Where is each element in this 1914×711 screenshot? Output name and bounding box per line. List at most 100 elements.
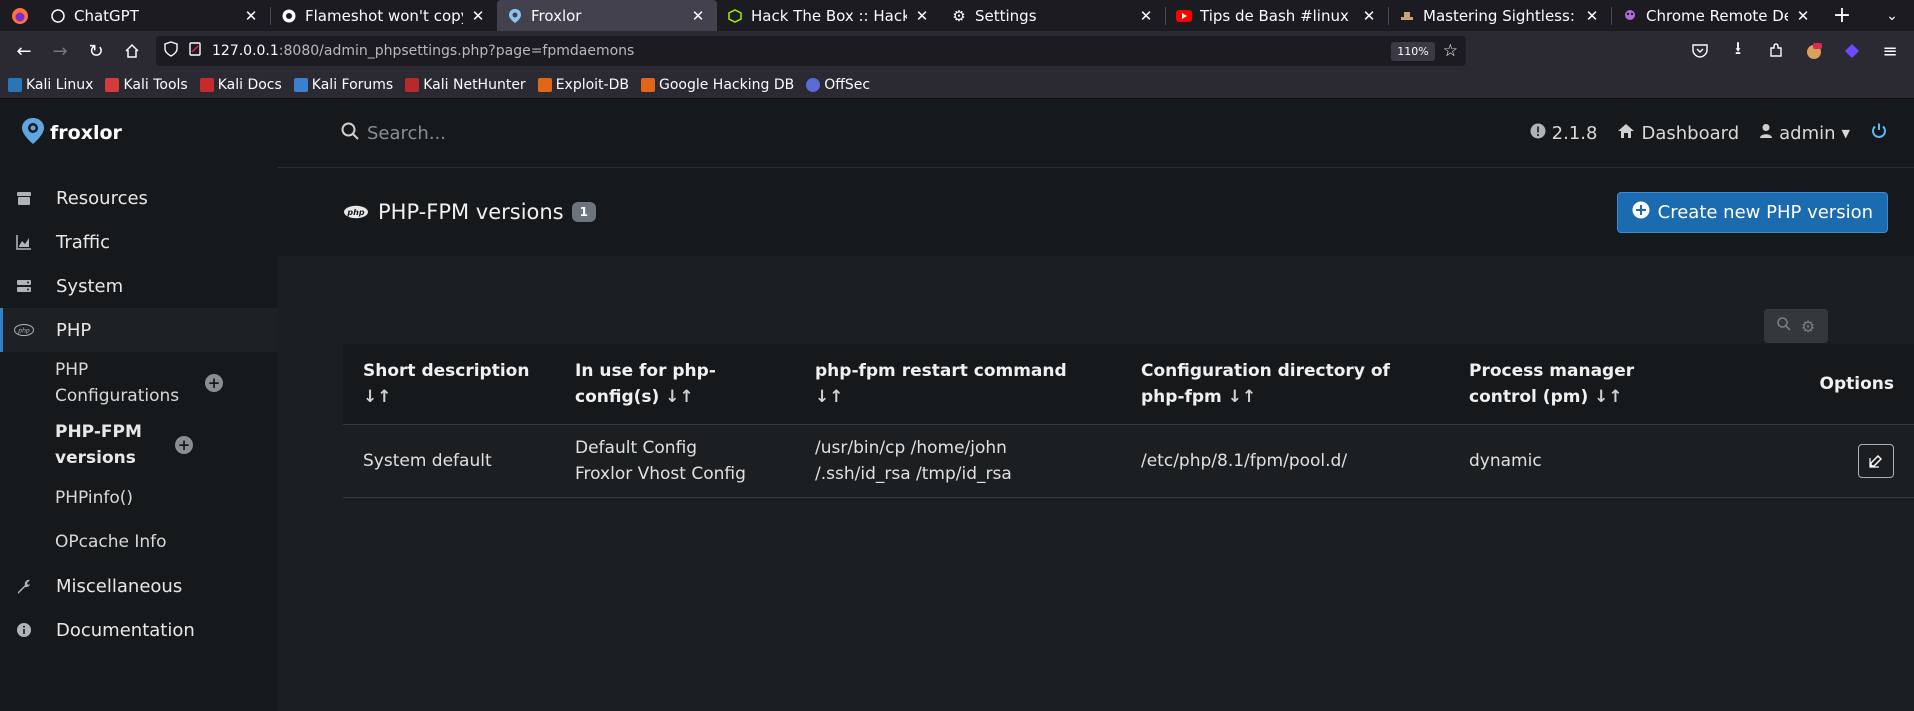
sidebar-subitem-opcache-info[interactable]: OPcache Info — [0, 520, 277, 564]
bookmark-google-hacking-db[interactable]: Google Hacking DB — [640, 77, 794, 93]
proton-vpn-icon[interactable] — [1834, 35, 1870, 67]
url-bar[interactable]: 127.0.0.1:8080/admin_phpsettings.php?pag… — [156, 36, 1466, 66]
sidebar-subitem-label: PHP Configurations — [55, 360, 180, 406]
pocket-icon[interactable] — [1682, 35, 1718, 67]
tab-hackthebox[interactable]: Hack The Box :: Hack The ✕ — [717, 0, 941, 31]
close-icon[interactable]: ✕ — [913, 7, 931, 25]
edit-button[interactable] — [1858, 444, 1894, 478]
version-indicator[interactable]: 2.1.8 — [1530, 123, 1597, 144]
column-header-description[interactable]: Short description ↓↑ — [343, 344, 555, 425]
tab-chrome-remote[interactable]: Chrome Remote Debugg ✕ — [1612, 0, 1822, 31]
column-header-options: Options — [1669, 344, 1914, 425]
forward-button[interactable]: → — [42, 35, 78, 67]
bookmark-kali-linux[interactable]: Kali Linux — [8, 77, 93, 93]
new-tab-button[interactable]: + — [1822, 3, 1862, 28]
search-input[interactable]: Search... — [367, 123, 446, 144]
in-use-config: Default Config — [575, 438, 698, 458]
downloads-icon[interactable]: ⭳ — [1720, 35, 1756, 67]
close-icon[interactable]: ✕ — [242, 7, 260, 25]
hat-icon — [1399, 8, 1415, 24]
extension-badge-icon[interactable] — [1796, 35, 1832, 67]
close-icon[interactable]: ✕ — [1583, 7, 1601, 25]
tab-list-button[interactable]: ⌄ — [1870, 0, 1914, 31]
sort-icon[interactable]: ↓↑ — [1228, 387, 1257, 407]
sidebar-subitem-php-fpm-versions[interactable]: PHP-FPM versions + — [0, 414, 277, 476]
sort-icon[interactable]: ↓↑ — [363, 387, 392, 407]
sidebar-item-documentation[interactable]: Documentation — [0, 608, 277, 652]
table-search-icon[interactable] — [1777, 317, 1791, 335]
page-info-icon[interactable] — [188, 41, 202, 61]
url-text[interactable]: 127.0.0.1:8080/admin_phpsettings.php?pag… — [202, 43, 1391, 59]
close-icon[interactable]: ✕ — [1794, 7, 1812, 25]
browser-tab-bar: ChatGPT ✕ Flameshot won't copy to ✕ Frox… — [0, 0, 1914, 31]
sort-icon[interactable]: ↓↑ — [1594, 387, 1623, 407]
sidebar-item-label: Miscellaneous — [56, 575, 183, 597]
in-use-config: Froxlor Vhost Config — [575, 464, 746, 484]
sidebar-subitem-phpinfo[interactable]: PHPinfo() — [0, 476, 277, 520]
cell-restart-command: /usr/bin/cp /home/john /.ssh/id_rsa /tmp/… — [795, 424, 1121, 498]
tab-youtube[interactable]: Tips de Bash #linux #ba ✕ — [1166, 0, 1388, 31]
extensions-icon[interactable] — [1758, 35, 1794, 67]
brand-name: froxlor — [50, 122, 122, 144]
sort-icon[interactable]: ↓↑ — [815, 387, 844, 407]
restart-command-line: /.ssh/id_rsa /tmp/id_rsa — [815, 464, 1012, 484]
tab-title: ChatGPT — [74, 6, 139, 25]
bookmark-star-icon[interactable]: ☆ — [1443, 41, 1458, 61]
reload-button[interactable]: ↻ — [78, 35, 114, 67]
add-php-fpm-version-icon[interactable]: + — [175, 436, 193, 454]
search-box[interactable]: Search... — [341, 122, 1530, 145]
kali-icon — [8, 77, 22, 92]
sidebar: froxlor Resources Traffic System php PHP… — [0, 100, 277, 711]
column-header-restart-command[interactable]: php-fpm restart command ↓↑ — [795, 344, 1121, 425]
tab-settings[interactable]: ⚙ Settings ✕ — [941, 0, 1165, 31]
bookmark-kali-tools[interactable]: Kali Tools — [105, 77, 188, 93]
user-menu[interactable]: admin ▼ — [1759, 123, 1850, 144]
firefox-menu-icon[interactable] — [0, 0, 40, 31]
bookmark-label: Kali NetHunter — [423, 76, 526, 93]
bookmark-offsec[interactable]: OffSec — [806, 77, 870, 93]
home-button[interactable] — [114, 35, 150, 67]
bookmark-label: Kali Linux — [26, 76, 94, 93]
url-host: 127.0.0.1 — [212, 43, 279, 59]
table-settings-icon[interactable]: ⚙ — [1801, 317, 1815, 336]
bookmark-kali-docs[interactable]: Kali Docs — [199, 77, 282, 93]
sidebar-item-system[interactable]: System — [0, 264, 277, 308]
column-header-config-dir[interactable]: Configuration directory of php-fpm ↓↑ — [1121, 344, 1449, 425]
zoom-level-badge[interactable]: 110% — [1391, 41, 1435, 61]
shield-icon[interactable] — [164, 41, 178, 61]
sidebar-item-traffic[interactable]: Traffic — [0, 220, 277, 264]
bookmark-kali-forums[interactable]: Kali Forums — [293, 77, 393, 93]
close-icon[interactable]: ✕ — [1360, 7, 1378, 25]
create-php-version-button[interactable]: Create new PHP version — [1616, 191, 1888, 233]
htb-icon — [727, 8, 743, 24]
bookmark-exploit-db[interactable]: Exploit-DB — [537, 77, 629, 93]
sidebar-item-php[interactable]: php PHP — [0, 308, 277, 352]
sidebar-item-resources[interactable]: Resources — [0, 176, 277, 220]
sidebar-item-label: Traffic — [56, 231, 111, 253]
close-icon[interactable]: ✕ — [469, 7, 487, 25]
tab-chatgpt[interactable]: ChatGPT ✕ — [40, 0, 270, 31]
tab-flameshot[interactable]: Flameshot won't copy to ✕ — [271, 0, 497, 31]
sidebar-subitem-php-configurations[interactable]: PHP Configurations + — [0, 352, 277, 414]
tab-froxlor[interactable]: Froxlor ✕ — [497, 0, 717, 31]
bookmark-kali-nethunter[interactable]: Kali NetHunter — [405, 76, 526, 93]
alert-icon — [1530, 123, 1546, 144]
dashboard-link[interactable]: Dashboard — [1617, 123, 1739, 144]
search-icon — [341, 122, 359, 145]
brand-logo[interactable]: froxlor — [0, 100, 277, 166]
column-header-pm[interactable]: Process manager control (pm) ↓↑ — [1449, 344, 1669, 425]
page-title: php PHP-FPM versions 1 — [343, 200, 596, 224]
menu-icon[interactable]: ≡ — [1872, 35, 1908, 67]
tab-sightless[interactable]: Mastering Sightless: Beg ✕ — [1389, 0, 1611, 31]
back-button[interactable]: ← — [6, 35, 42, 67]
home-icon — [1617, 123, 1635, 144]
close-icon[interactable]: ✕ — [1137, 7, 1155, 25]
close-icon[interactable]: ✕ — [689, 7, 707, 25]
sort-icon[interactable]: ↓↑ — [665, 387, 694, 407]
add-php-configuration-icon[interactable]: + — [205, 374, 223, 392]
column-header-in-use[interactable]: In use for php-config(s) ↓↑ — [555, 344, 795, 425]
column-header-label: Short description — [363, 361, 530, 381]
kali-tools-icon — [105, 77, 120, 92]
logout-button[interactable] — [1870, 122, 1888, 145]
sidebar-item-miscellaneous[interactable]: Miscellaneous — [0, 564, 277, 608]
